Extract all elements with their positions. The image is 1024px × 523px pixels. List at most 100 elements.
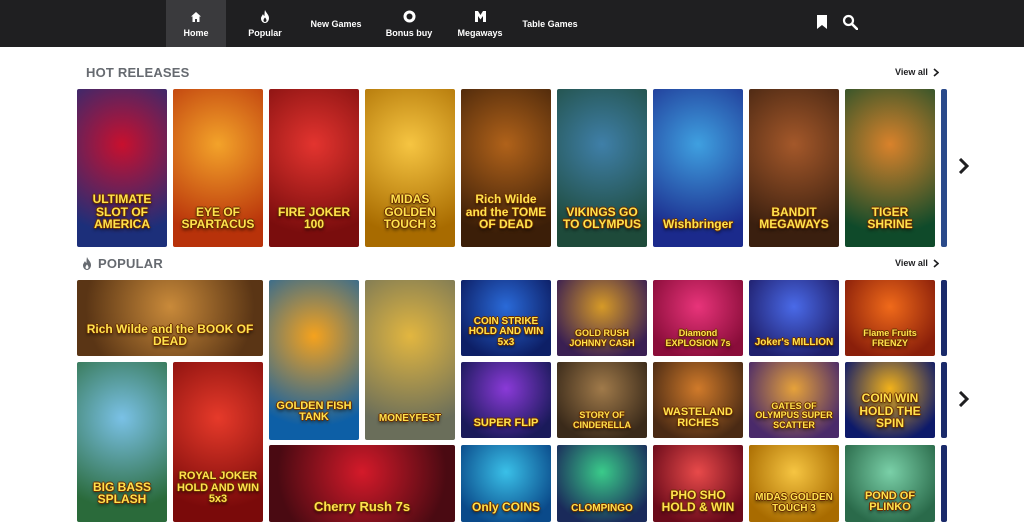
popular-title-text: POPULAR: [98, 256, 163, 271]
game-title: WASTELAND RICHES: [663, 405, 733, 430]
game-tile[interactable]: MIDAS GOLDEN TOUCH 3: [749, 445, 839, 522]
popular-title: POPULAR: [82, 256, 163, 271]
game-title: EYE OF SPARTACUS: [181, 204, 255, 232]
game-title: SUPER FLIP: [473, 417, 539, 430]
game-tile-partial[interactable]: [941, 280, 947, 356]
game-title: TIGER SHRINE: [867, 204, 913, 232]
popular-view-all[interactable]: View all: [895, 258, 939, 268]
game-title: CLOMPINGO: [571, 502, 633, 514]
game-title: Flame Fruits FRENZY: [863, 328, 917, 348]
nav-popular-label: Popular: [248, 27, 282, 38]
game-tile[interactable]: ULTIMATE SLOT OF AMERICA: [77, 89, 167, 247]
chevron-right-icon: [933, 258, 939, 268]
hot-releases-next-arrow[interactable]: [958, 157, 970, 179]
game-tile[interactable]: SUPER FLIP: [461, 362, 551, 438]
game-title: ULTIMATE SLOT OF AMERICA: [92, 192, 152, 232]
megaways-m-icon: [474, 10, 486, 24]
game-tile[interactable]: PHO SHO HOLD & WIN: [653, 445, 743, 522]
game-title: Rich Wilde and the BOOK OF DEAD: [86, 321, 254, 349]
nav-home-label: Home: [183, 27, 209, 38]
nav-megaways-label: Megaways: [457, 27, 503, 38]
game-title: COIN WIN HOLD THE SPIN: [859, 391, 921, 431]
game-tile[interactable]: VIKINGS GO TO OLYMPUS: [557, 89, 647, 247]
game-tile[interactable]: COIN STRIKE HOLD AND WIN 5x3: [461, 280, 551, 356]
hot-releases-view-all-label: View all: [895, 67, 928, 77]
game-title: COIN STRIKE HOLD AND WIN 5x3: [468, 315, 544, 348]
game-tile-partial[interactable]: [941, 89, 947, 247]
bookmark-icon[interactable]: [816, 14, 828, 30]
nav-megaways[interactable]: Megaways: [450, 0, 510, 47]
flame-icon: [260, 10, 270, 24]
hot-releases-title: HOT RELEASES: [86, 65, 190, 80]
game-title: POND OF PLINKO: [864, 489, 916, 514]
popular-next-arrow[interactable]: [958, 390, 970, 412]
nav-table-games[interactable]: Table Games: [510, 0, 590, 47]
game-title: VIKINGS GO TO OLYMPUS: [562, 204, 642, 232]
game-tile[interactable]: CLOMPINGO: [557, 445, 647, 522]
game-title: ROYAL JOKER HOLD AND WIN 5x3: [176, 470, 260, 506]
game-tile[interactable]: Rich Wilde and the BOOK OF DEAD: [77, 280, 263, 356]
main-nav: Home Popular New Games Bonus buy Megaway…: [166, 0, 590, 47]
game-tile[interactable]: TIGER SHRINE: [845, 89, 935, 247]
game-title: Diamond EXPLOSION 7s: [665, 328, 731, 348]
game-tile[interactable]: GOLD RUSH JOHNNY CASH: [557, 280, 647, 356]
game-title: GATES OF OLYMPUS SUPER SCATTER: [755, 400, 833, 430]
game-title: GOLD RUSH JOHNNY CASH: [569, 328, 635, 348]
search-icon[interactable]: [842, 14, 858, 30]
home-icon: [190, 10, 202, 24]
nav-bonus-buy[interactable]: Bonus buy: [368, 0, 450, 47]
game-tile[interactable]: POND OF PLINKO: [845, 445, 935, 522]
game-tile[interactable]: BANDIT MEGAWAYS: [749, 89, 839, 247]
nav-new-games-label: New Games: [310, 18, 362, 29]
chevron-right-icon: [958, 157, 970, 175]
game-tile-partial[interactable]: [941, 445, 947, 522]
bonus-coin-icon: [403, 10, 416, 24]
game-tile[interactable]: COIN WIN HOLD THE SPIN: [845, 362, 935, 438]
game-title: Wishbringer: [663, 217, 733, 232]
game-tile-partial[interactable]: [941, 362, 947, 438]
game-tile[interactable]: Cherry Rush 7s: [269, 445, 455, 522]
header-actions: [816, 14, 858, 30]
game-title: Only COINS: [471, 500, 540, 515]
top-navigation-bar: Home Popular New Games Bonus buy Megaway…: [0, 0, 1024, 47]
nav-new-games[interactable]: New Games: [304, 0, 368, 47]
popular-view-all-label: View all: [895, 258, 928, 268]
game-tile[interactable]: Diamond EXPLOSION 7s: [653, 280, 743, 356]
game-title: BANDIT MEGAWAYS: [759, 204, 829, 232]
game-title: MONEYFEST: [378, 412, 442, 424]
game-tile[interactable]: FIRE JOKER 100: [269, 89, 359, 247]
game-tile[interactable]: GATES OF OLYMPUS SUPER SCATTER: [749, 362, 839, 438]
game-tile[interactable]: Joker's MILLION: [749, 280, 839, 356]
game-tile[interactable]: STORY OF CINDERELLA: [557, 362, 647, 438]
game-title: MIDAS GOLDEN TOUCH 3: [755, 492, 833, 514]
game-title: Cherry Rush 7s: [313, 499, 411, 515]
game-title: Rich Wilde and the TOME OF DEAD: [465, 192, 547, 232]
game-title: STORY OF CINDERELLA: [573, 410, 631, 430]
game-title: FIRE JOKER 100: [277, 204, 350, 232]
nav-popular[interactable]: Popular: [226, 0, 304, 47]
game-title: GOLDEN FISH TANK: [276, 399, 352, 424]
game-title: MIDAS GOLDEN TOUCH 3: [383, 192, 437, 232]
hot-releases-view-all[interactable]: View all: [895, 67, 939, 77]
game-tile[interactable]: MONEYFEST: [365, 280, 455, 440]
game-tile[interactable]: WASTELAND RICHES: [653, 362, 743, 438]
game-tile[interactable]: Rich Wilde and the TOME OF DEAD: [461, 89, 551, 247]
nav-table-games-label: Table Games: [522, 18, 578, 29]
game-tile[interactable]: Only COINS: [461, 445, 551, 522]
game-tile[interactable]: MIDAS GOLDEN TOUCH 3: [365, 89, 455, 247]
game-tile[interactable]: EYE OF SPARTACUS: [173, 89, 263, 247]
hot-releases-title-text: HOT RELEASES: [86, 65, 190, 80]
game-title: BIG BASS SPLASH: [92, 479, 151, 507]
game-tile[interactable]: BIG BASS SPLASH: [77, 362, 167, 522]
game-tile[interactable]: Wishbringer: [653, 89, 743, 247]
game-tile[interactable]: GOLDEN FISH TANK: [269, 280, 359, 440]
flame-icon: [83, 257, 91, 270]
game-title: Joker's MILLION: [754, 336, 834, 348]
game-tile[interactable]: ROYAL JOKER HOLD AND WIN 5x3: [173, 362, 263, 522]
nav-home[interactable]: Home: [166, 0, 226, 47]
game-tile[interactable]: Flame Fruits FRENZY: [845, 280, 935, 356]
chevron-right-icon: [958, 390, 970, 408]
nav-bonus-buy-label: Bonus buy: [385, 27, 433, 38]
chevron-right-icon: [933, 67, 939, 77]
game-title: PHO SHO HOLD & WIN: [661, 487, 735, 515]
